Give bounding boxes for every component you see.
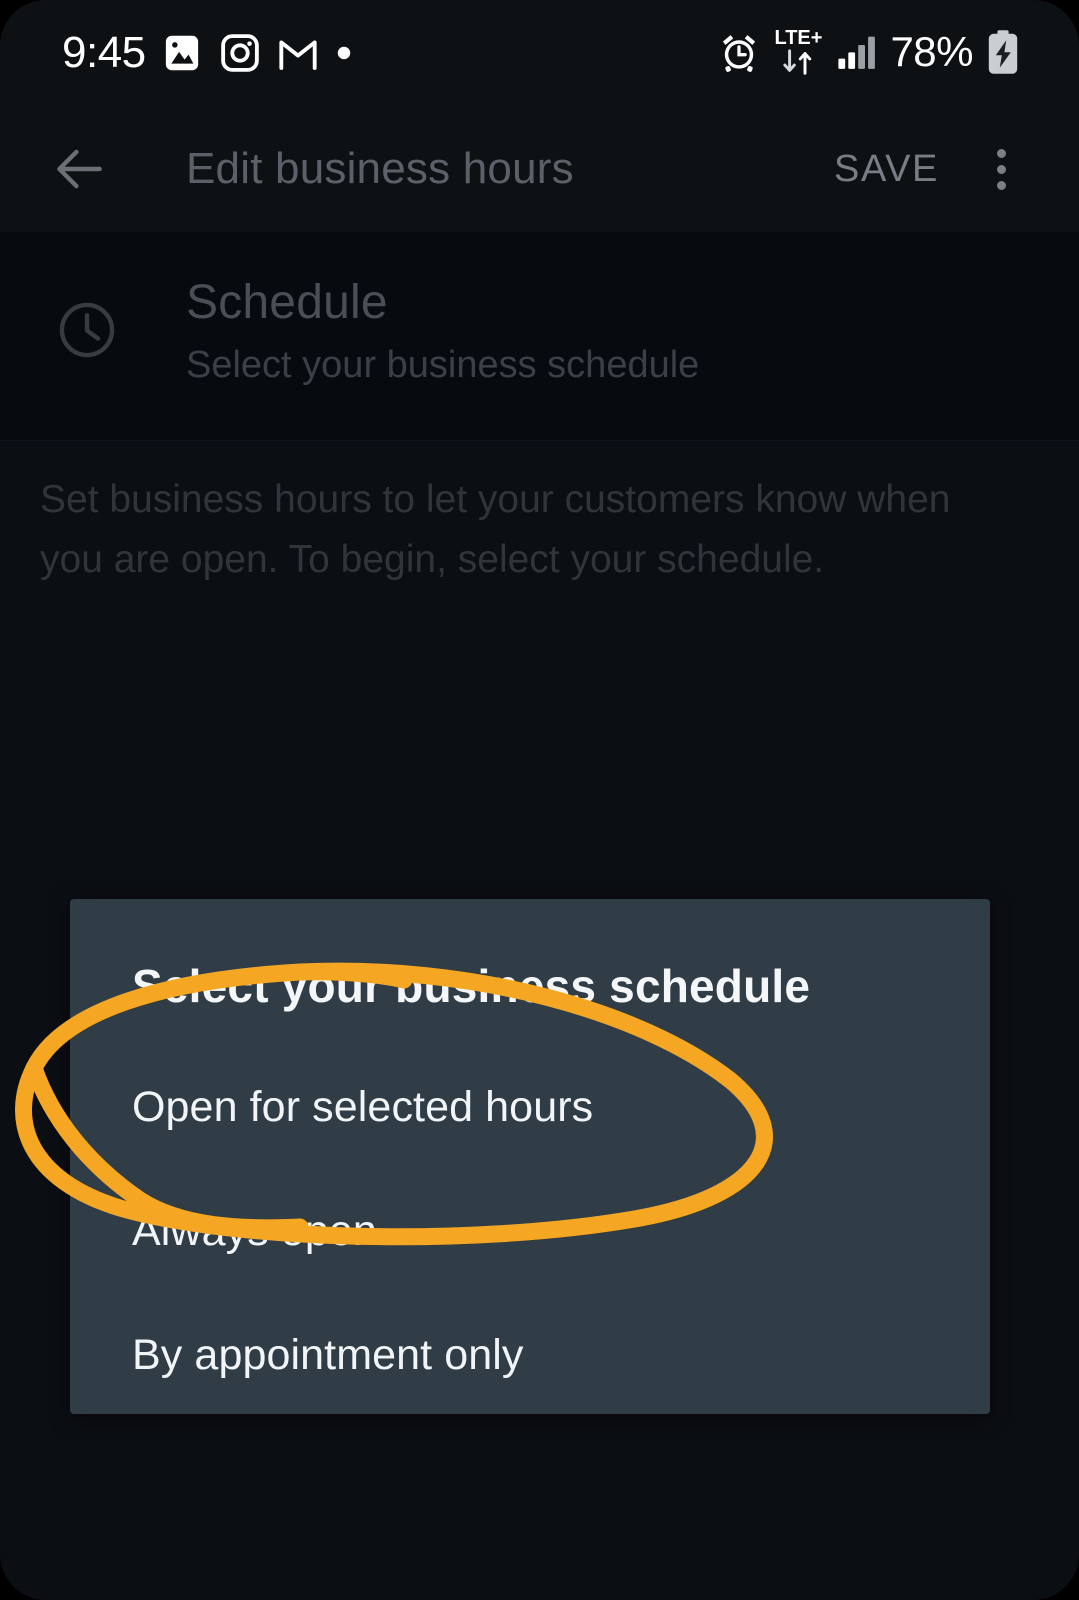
dialog-option-open-for-selected-hours[interactable]: Open for selected hours [132,1083,593,1132]
overflow-menu-icon[interactable] [971,128,1031,210]
schedule-title: Schedule [186,276,388,329]
status-bar-left-group: 9:45 [62,24,354,82]
overflow-dot [996,180,1006,190]
overflow-dot [996,148,1006,158]
dot-indicator-icon [337,46,350,60]
phone-screen: 9:45 LTE+ 78% Edit business hours SAVE S… [0,0,1079,1600]
status-clock: 9:45 [62,28,146,77]
dialog-option-always-open[interactable]: Always open [132,1207,377,1256]
network-type-label: LTE+ [774,27,823,49]
back-arrow-icon [57,149,102,189]
status-bar-right-group: LTE+ 78% [716,22,1021,82]
page-title: Edit business hours [186,144,574,193]
schedule-header-section [0,232,1079,440]
overflow-dot [996,164,1006,174]
app-bar: Edit business hours SAVE [0,106,1079,232]
description-text: Set business hours to let your customers… [40,478,951,581]
gmail-icon [279,40,317,70]
dialog-option-by-appointment-only[interactable]: By appointment only [132,1331,524,1380]
clock-icon [54,297,120,368]
network-status-group: LTE+ [774,28,822,76]
photos-icon [165,35,198,71]
section-divider [0,440,1079,441]
status-bar: 9:45 LTE+ 78% [0,0,1079,106]
signal-bars-icon [838,36,876,69]
alarm-icon [723,35,756,72]
battery-charging-icon [988,30,1018,74]
battery-percent-label: 78% [890,28,973,75]
save-button[interactable]: SAVE [834,128,939,210]
schedule-selection-dialog: Select your business schedule Open for s… [70,899,990,1414]
dialog-title: Select your business schedule [132,960,811,1012]
instagram-icon [220,34,259,72]
schedule-subtitle: Select your business schedule [186,344,700,386]
back-button[interactable] [38,128,120,210]
data-transfer-arrows-icon [783,49,812,75]
